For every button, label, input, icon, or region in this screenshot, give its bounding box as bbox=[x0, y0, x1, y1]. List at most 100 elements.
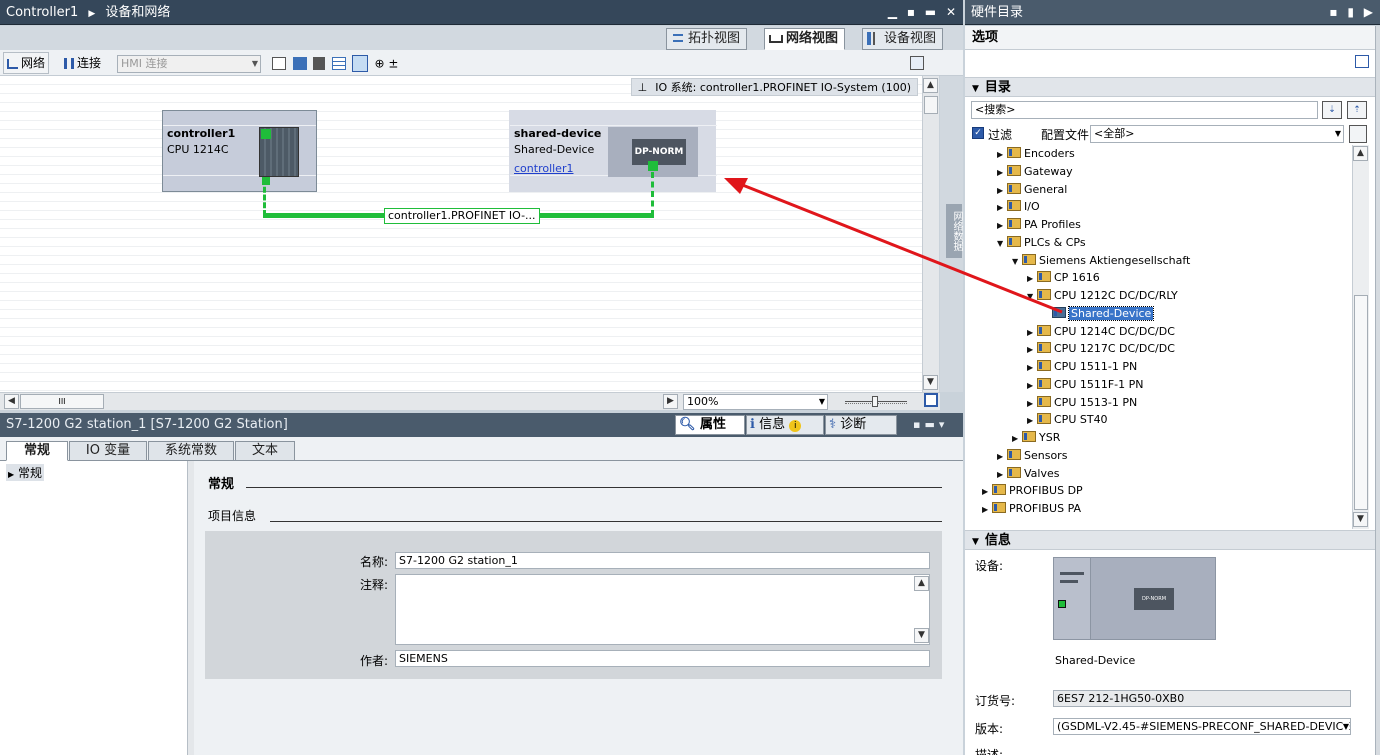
catalog-item[interactable]: ▶ CPU 1511F-1 PN bbox=[1027, 376, 1144, 393]
overview-icon[interactable] bbox=[924, 393, 938, 407]
scroll-right-icon[interactable]: ▶ bbox=[663, 394, 678, 409]
catalog-item[interactable]: Shared-Device bbox=[1042, 305, 1155, 322]
expand-right-icon[interactable]: ▶ bbox=[982, 483, 992, 500]
catalog-item[interactable]: ▶ PA Profiles bbox=[997, 216, 1081, 233]
scroll-down-icon[interactable]: ▼ bbox=[1353, 512, 1368, 527]
canvas-vscroll[interactable]: ▲ ▼ bbox=[922, 76, 939, 392]
search-input[interactable]: <搜索> bbox=[971, 101, 1318, 119]
connection-type-select[interactable]: HMI 连接 ▼ bbox=[117, 55, 261, 73]
tree-item-general[interactable]: ▶ 常规 bbox=[6, 464, 44, 481]
expand-right-icon[interactable]: ▶ bbox=[997, 217, 1007, 234]
catalog-item[interactable]: ▶ YSR bbox=[1012, 429, 1060, 446]
name-field[interactable]: S7-1200 G2 station_1 bbox=[395, 552, 930, 569]
expand-right-icon[interactable]: ▶ bbox=[1027, 377, 1037, 394]
profile-edit-icon[interactable] bbox=[1349, 125, 1367, 143]
side-tab[interactable]: 网络数据 bbox=[946, 204, 962, 258]
table-icon[interactable] bbox=[331, 57, 346, 70]
expand-right-icon[interactable]: ▶ bbox=[1012, 430, 1022, 447]
expand-right-icon[interactable]: ▶ bbox=[1027, 270, 1037, 287]
network-label[interactable]: controller1.PROFINET IO-... bbox=[384, 208, 540, 224]
port-icon[interactable] bbox=[261, 129, 271, 139]
catalog-item[interactable]: ▶ CPU 1214C DC/DC/DC bbox=[1027, 323, 1175, 340]
catalog-item[interactable]: ▶ CPU ST40 bbox=[1027, 411, 1108, 428]
filter-checkbox[interactable]: ✓ bbox=[972, 127, 984, 139]
zoom-slider-thumb[interactable] bbox=[872, 396, 878, 407]
connect-button[interactable]: 连接 bbox=[60, 52, 105, 74]
catalog-item[interactable]: ▼ PLCs & CPs bbox=[997, 234, 1086, 251]
directory-header[interactable]: ▼ 目录 bbox=[965, 77, 1375, 97]
profile-select[interactable]: <全部> ▼ bbox=[1090, 125, 1344, 143]
expand-right-icon[interactable]: ▶ bbox=[997, 199, 1007, 216]
catalog-item[interactable]: ▶ Encoders bbox=[997, 145, 1075, 162]
scroll-up-icon[interactable]: ▲ bbox=[1353, 146, 1368, 161]
catalog-item[interactable]: ▼ Siemens Aktiengesellschaft bbox=[1012, 252, 1190, 269]
catalog-item[interactable]: ▶ Sensors bbox=[997, 447, 1067, 464]
scroll-down-icon[interactable]: ▼ bbox=[914, 628, 929, 643]
catalog-vscroll[interactable]: ▲ ▼ bbox=[1352, 145, 1369, 529]
catalog-item[interactable]: ▶ Gateway bbox=[997, 163, 1073, 180]
expand-right-icon[interactable]: ▶ bbox=[997, 146, 1007, 163]
expand-right-icon[interactable]: ▶ bbox=[997, 448, 1007, 465]
catalog-item[interactable]: ▶ I/O bbox=[997, 198, 1040, 215]
device-controller1[interactable]: controller1 CPU 1214C bbox=[162, 110, 317, 192]
scroll-grip[interactable] bbox=[924, 96, 938, 114]
zoom-icon[interactable]: ⊕ ± bbox=[375, 57, 399, 71]
catalog-item[interactable]: ▶ PROFIBUS PA bbox=[982, 500, 1081, 517]
zoom-select[interactable]: 100% ▼ bbox=[683, 394, 828, 410]
panel-window-controls[interactable]: ▪▬▾ bbox=[913, 418, 948, 431]
window-controls[interactable]: ▁ ▪ ▬ ✕ bbox=[888, 0, 959, 25]
expand-right-icon[interactable]: ▶ bbox=[997, 182, 1007, 199]
expand-right-icon[interactable]: ▶ bbox=[997, 466, 1007, 483]
scroll-thumb[interactable] bbox=[1354, 295, 1368, 510]
search-down-icon[interactable]: ⇣ bbox=[1322, 101, 1342, 119]
catalog-item[interactable]: ▶ CP 1616 bbox=[1027, 269, 1100, 286]
version-select[interactable]: (GSDML-V2.45-#SIEMENS-PRECONF_SHARED-DEV… bbox=[1053, 718, 1351, 735]
layout-icon[interactable] bbox=[292, 57, 307, 70]
catalog-item[interactable]: ▼ CPU 1212C DC/DC/RLY bbox=[1027, 287, 1178, 304]
export-icon[interactable] bbox=[910, 56, 924, 70]
catalog-window-controls[interactable]: ▪ ▮ ▶ bbox=[1329, 0, 1376, 25]
catalog-item[interactable]: ▶ Valves bbox=[997, 465, 1059, 482]
inspector-tab-properties[interactable]: 🔍︎ 属性 bbox=[675, 415, 745, 435]
expand-right-icon[interactable]: ▶ bbox=[1027, 412, 1037, 429]
tab-network-view[interactable]: 网络视图 bbox=[764, 28, 846, 50]
scroll-up-icon[interactable]: ▲ bbox=[923, 78, 938, 93]
port-icon[interactable] bbox=[648, 161, 658, 171]
catalog-item[interactable]: ▶ CPU 1511-1 PN bbox=[1027, 358, 1137, 375]
expand-right-icon[interactable]: ▶ bbox=[997, 164, 1007, 181]
comment-field[interactable] bbox=[395, 574, 930, 645]
tab-system-constants[interactable]: 系统常数 bbox=[148, 441, 234, 461]
info-header[interactable]: ▼ 信息 bbox=[965, 530, 1375, 550]
tab-texts[interactable]: 文本 bbox=[235, 441, 295, 461]
inspector-tab-info[interactable]: ℹ︎ 信息 i bbox=[746, 415, 824, 435]
name-display-icon[interactable] bbox=[272, 57, 286, 70]
device-shared-device[interactable]: shared-device Shared-Device controller1 … bbox=[509, 110, 717, 192]
catalog-item[interactable]: ▶ PROFIBUS DP bbox=[982, 482, 1083, 499]
expand-down-icon[interactable]: ▼ bbox=[1027, 288, 1037, 305]
catalog-item[interactable]: ▶ CPU 1217C DC/DC/DC bbox=[1027, 340, 1175, 357]
catalog-item[interactable]: ▶ General bbox=[997, 181, 1067, 198]
expand-right-icon[interactable]: ▶ bbox=[1027, 359, 1037, 376]
scroll-down-icon[interactable]: ▼ bbox=[923, 375, 938, 390]
tab-topology-view[interactable]: 拓扑视图 bbox=[666, 28, 748, 50]
controller-link[interactable]: controller1 bbox=[514, 162, 573, 175]
panel-toggle-icon[interactable] bbox=[352, 55, 368, 72]
tab-io-tags[interactable]: IO 变量 bbox=[69, 441, 147, 461]
search-up-icon[interactable]: ⇡ bbox=[1347, 101, 1367, 119]
expand-right-icon[interactable]: ▶ bbox=[1027, 341, 1037, 358]
expand-right-icon[interactable]: ▶ bbox=[982, 501, 992, 518]
inspector-tab-diagnostics[interactable]: ⚕︎ 诊断 bbox=[825, 415, 897, 435]
tab-device-view[interactable]: 设备视图 bbox=[862, 28, 944, 50]
expand-right-icon[interactable]: ▶ bbox=[1027, 395, 1037, 412]
hscroll-thumb[interactable]: III bbox=[20, 394, 104, 409]
author-field[interactable]: SIEMENS bbox=[395, 650, 930, 667]
tab-general[interactable]: 常规 bbox=[6, 441, 68, 461]
expand-right-icon[interactable]: ▶ bbox=[1027, 324, 1037, 341]
grid-icon[interactable] bbox=[313, 57, 325, 70]
scroll-left-icon[interactable]: ◀ bbox=[4, 394, 19, 409]
network-canvas[interactable]: ⊥ IO 系统: controller1.PROFINET IO-System (… bbox=[0, 76, 922, 392]
expand-down-icon[interactable]: ▼ bbox=[997, 235, 1007, 252]
catalog-item[interactable]: ▶ CPU 1513-1 PN bbox=[1027, 394, 1137, 411]
network-button[interactable]: 网络 bbox=[3, 52, 50, 74]
network-data-side-tab[interactable]: 网络数据 bbox=[940, 76, 963, 392]
